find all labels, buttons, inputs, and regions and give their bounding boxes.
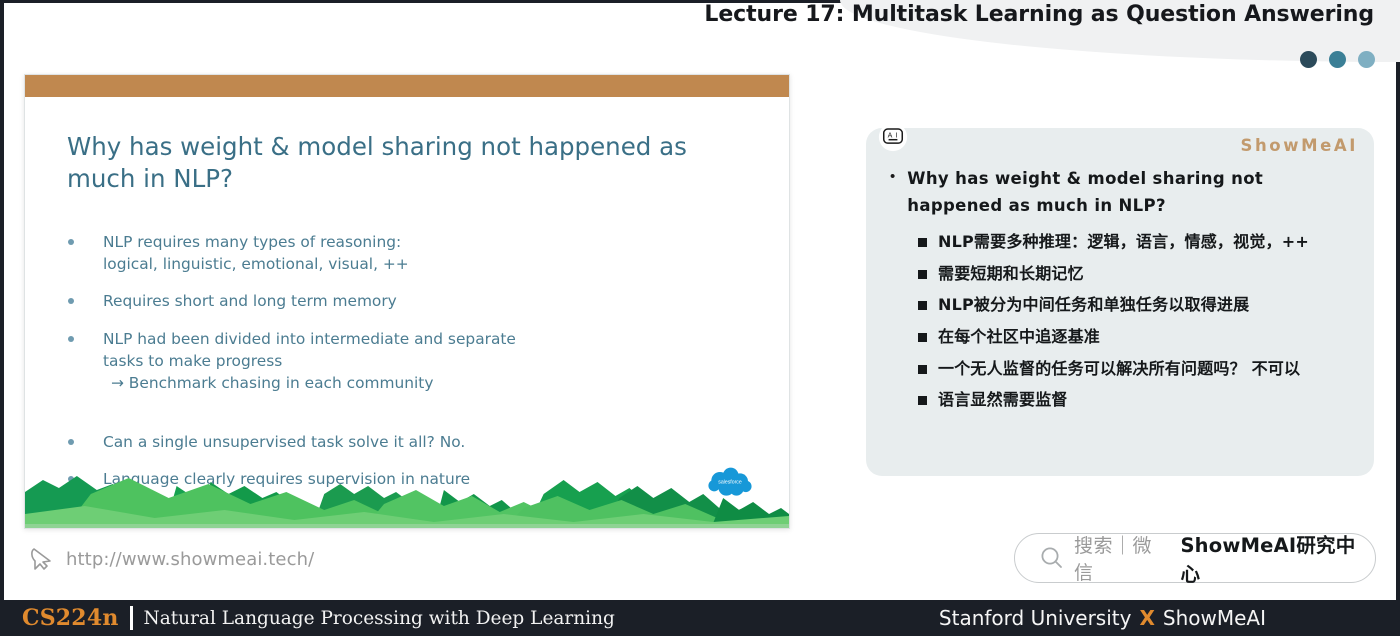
list-item: 需要短期和长期记忆 [918, 262, 1364, 285]
frame-left-edge [0, 0, 4, 600]
note-sub-text: 在每个社区中追逐基准 [938, 327, 1101, 347]
bottom-bar: CS224n Natural Language Processing with … [0, 600, 1400, 636]
course-title-label: Natural Language Processing with Deep Le… [143, 607, 615, 629]
bullet-spacer [67, 409, 747, 431]
lecture-slide[interactable]: Why has weight & model sharing not happe… [24, 74, 790, 529]
square-bullet-icon [918, 238, 927, 247]
slide-title: Why has weight & model sharing not happe… [67, 132, 687, 194]
square-bullet-icon [918, 396, 927, 406]
list-item: NLP被分为中间任务和单独任务以取得进展 [918, 293, 1364, 316]
header-dots [1300, 51, 1375, 68]
list-item: NLP需要多种推理：逻辑，语言，情感，视觉，++ [918, 230, 1364, 253]
frame-right-edge [1396, 0, 1400, 600]
bullet-dot-icon [68, 335, 74, 342]
bullet-text: Requires short and long term memory [103, 292, 397, 311]
list-item: Can a single unsupervised task solve it … [67, 431, 747, 453]
showmeai-label: ShowMeAI [1162, 606, 1266, 630]
course-code-label: CS224n [22, 605, 119, 631]
svg-text:salesforce: salesforce [718, 479, 742, 485]
bottom-bar-left: CS224n Natural Language Processing with … [22, 605, 615, 631]
svg-text:A I: A I [888, 133, 899, 140]
note-main-text: Why has weight & model sharing not happe… [907, 169, 1264, 215]
page-root: Lecture 17: Multitask Learning as Questi… [0, 0, 1400, 636]
bullet-text: Can a single unsupervised task solve it … [103, 433, 466, 452]
list-item: 一个无人监督的任务可以解决所有问题吗？ 不可以 [918, 357, 1364, 380]
dot-dark [1300, 51, 1317, 68]
website-link[interactable]: http://www.showmeai.tech/ [28, 545, 314, 573]
bullet-subtext: logical, linguistic, emotional, visual, … [103, 255, 409, 274]
ai-robot-icon: A I [878, 122, 908, 152]
square-bullet-icon [918, 333, 927, 343]
note-sub-text: 一个无人监督的任务可以解决所有问题吗？ 不可以 [938, 358, 1301, 378]
slide-body: Why has weight & model sharing not happe… [25, 97, 789, 528]
divider [129, 606, 133, 630]
list-item: Requires short and long term memory [67, 290, 747, 312]
note-sub-text: NLP需要多种推理：逻辑，语言，情感，视觉，++ [938, 232, 1309, 251]
bullet-text: NLP requires many types of reasoning: [103, 233, 402, 251]
bullet-text: NLP had been divided into intermediate a… [103, 329, 516, 348]
page-title: Lecture 17: Multitask Learning as Questi… [704, 2, 1374, 27]
bullet-dot-icon [68, 239, 74, 245]
note-sub-text: 需要短期和长期记忆 [938, 263, 1084, 283]
note-sub-list: NLP需要多种推理：逻辑，语言，情感，视觉，++ 需要短期和长期记忆 NLP被分… [918, 230, 1364, 420]
bullet-dot-icon [68, 298, 74, 305]
list-item: 在每个社区中追逐基准 [918, 325, 1364, 348]
list-item: 语言显然需要监督 [918, 388, 1364, 411]
showmeai-brand-label: ShowMeAI [1240, 136, 1358, 155]
note-main-bullet: • Why has weight & model sharing not hap… [890, 166, 1360, 219]
square-bullet-icon [918, 269, 927, 279]
square-bullet-icon [918, 301, 927, 311]
website-url-text: http://www.showmeai.tech/ [66, 548, 315, 570]
stanford-label: Stanford University [938, 606, 1132, 630]
bottom-bar-right: Stanford University X ShowMeAI [939, 606, 1266, 630]
slide-accent-bar [25, 75, 789, 97]
list-item: NLP had been divided into intermediate a… [67, 328, 747, 395]
dot-light [1358, 51, 1375, 68]
bullet-dot-icon: • [890, 168, 896, 185]
wechat-search-label: 搜索｜微信 [1074, 535, 1153, 584]
dot-medium [1329, 51, 1346, 68]
list-item: NLP requires many types of reasoning: lo… [67, 231, 747, 275]
note-sub-text: 语言显然需要监督 [938, 390, 1068, 410]
x-separator-label: X [1139, 606, 1155, 630]
search-icon [1041, 547, 1062, 568]
salesforce-logo-icon: salesforce [708, 467, 752, 496]
mountain-decoration [25, 476, 789, 528]
bullet-arrow-text: → Benchmark chasing in each community [111, 373, 434, 392]
notes-panel: A I ShowMeAI • Why has weight & model sh… [866, 122, 1374, 476]
note-sub-text: NLP被分为中间任务和单独任务以取得进展 [938, 295, 1250, 315]
wechat-search-pill[interactable]: 搜索｜微信 ShowMeAI研究中心 [1014, 533, 1376, 586]
wechat-account-name: ShowMeAI研究中心 [1180, 534, 1356, 586]
bullet-dot-icon [68, 439, 74, 446]
square-bullet-icon [918, 364, 927, 374]
cursor-icon [31, 548, 51, 570]
bullet-subtext: tasks to make progress [103, 351, 283, 370]
